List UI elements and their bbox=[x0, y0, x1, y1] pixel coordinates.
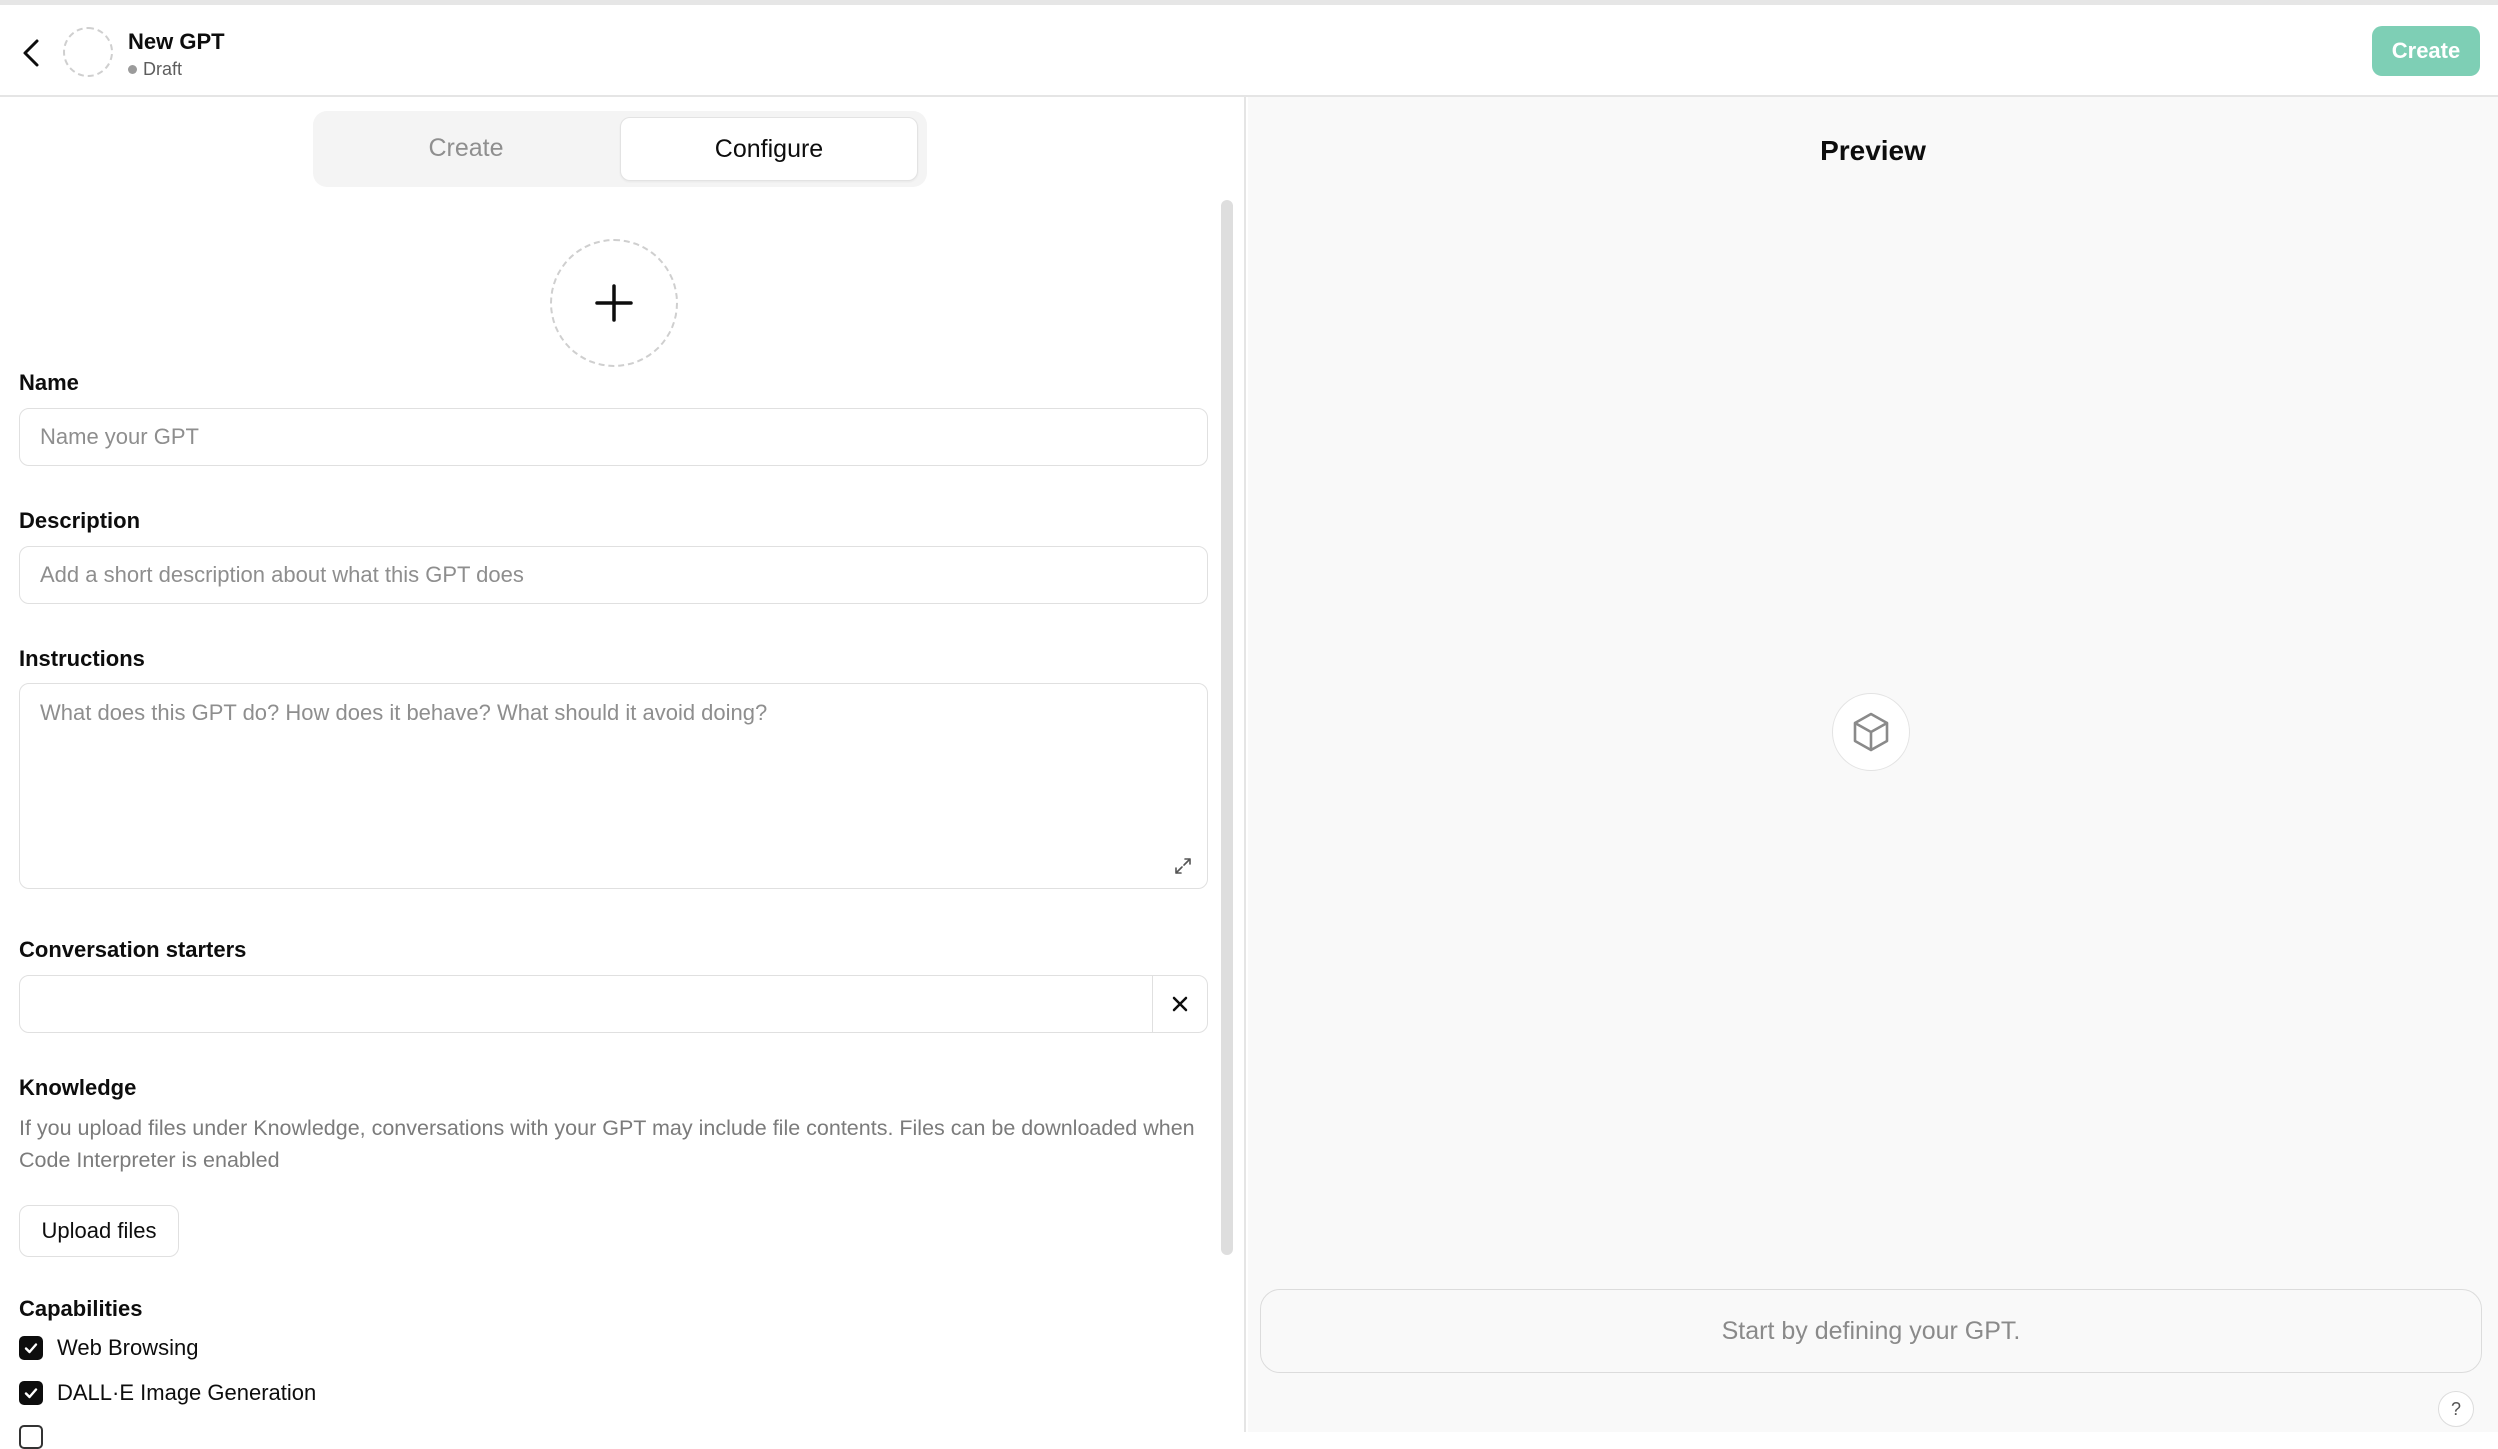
close-icon bbox=[1172, 996, 1188, 1012]
scrollbar[interactable] bbox=[1221, 200, 1233, 1255]
conversation-starter-row bbox=[19, 975, 1208, 1033]
capability-label: Web Browsing bbox=[57, 1335, 199, 1360]
gpt-avatar bbox=[63, 27, 113, 77]
checkbox-unchecked-icon[interactable] bbox=[19, 1425, 43, 1449]
gpt-title: New GPT bbox=[128, 29, 225, 54]
expand-icon[interactable] bbox=[1173, 856, 1193, 876]
capabilities-label: Capabilities bbox=[19, 1296, 143, 1321]
status-dot-icon bbox=[128, 65, 137, 74]
draft-status: Draft bbox=[128, 59, 182, 80]
capability-label: DALL·E Image Generation bbox=[57, 1380, 317, 1405]
top-bar: New GPT Draft Create bbox=[0, 5, 2498, 97]
tab-create[interactable]: Create bbox=[321, 117, 611, 179]
add-image-button[interactable] bbox=[550, 239, 678, 367]
instructions-field-wrapper bbox=[19, 683, 1208, 889]
remove-starter-button[interactable] bbox=[1152, 976, 1207, 1032]
preview-message-input[interactable]: Start by defining your GPT. bbox=[1260, 1289, 2482, 1373]
description-field-wrapper bbox=[19, 546, 1208, 604]
instructions-label: Instructions bbox=[19, 646, 145, 671]
back-button[interactable] bbox=[14, 33, 50, 73]
name-label: Name bbox=[19, 370, 79, 395]
instructions-textarea[interactable] bbox=[20, 684, 1207, 888]
knowledge-label: Knowledge bbox=[19, 1075, 137, 1100]
cube-icon bbox=[1832, 693, 1910, 771]
conversation-starter-input[interactable] bbox=[20, 976, 1152, 1032]
capability-partial-row[interactable] bbox=[19, 1425, 57, 1449]
chevron-left-icon bbox=[23, 39, 39, 67]
name-field-wrapper bbox=[19, 408, 1208, 466]
checkbox-checked-icon[interactable] bbox=[19, 1381, 43, 1405]
help-button[interactable]: ? bbox=[2438, 1391, 2474, 1427]
mode-tabs: Create Configure bbox=[313, 111, 927, 187]
plus-icon bbox=[595, 284, 633, 322]
knowledge-description: If you upload files under Knowledge, con… bbox=[19, 1116, 1195, 1172]
conversation-starters-label: Conversation starters bbox=[19, 937, 247, 962]
preview-title: Preview bbox=[1820, 135, 1926, 166]
upload-files-button[interactable]: Upload files bbox=[19, 1205, 179, 1257]
draft-status-label: Draft bbox=[143, 59, 183, 79]
checkbox-checked-icon[interactable] bbox=[19, 1336, 43, 1360]
tab-configure[interactable]: Configure bbox=[620, 117, 918, 181]
configure-panel: Create Configure Name Description Instru… bbox=[0, 97, 1246, 1449]
description-label: Description bbox=[19, 508, 141, 533]
capability-web-browsing[interactable]: Web Browsing bbox=[19, 1335, 198, 1361]
capability-dalle[interactable]: DALL·E Image Generation bbox=[19, 1380, 316, 1406]
create-button[interactable]: Create bbox=[2372, 26, 2480, 76]
description-input[interactable] bbox=[20, 547, 1207, 603]
preview-panel: Preview Start by defining your GPT. ? bbox=[1248, 97, 2498, 1432]
name-input[interactable] bbox=[20, 409, 1207, 465]
